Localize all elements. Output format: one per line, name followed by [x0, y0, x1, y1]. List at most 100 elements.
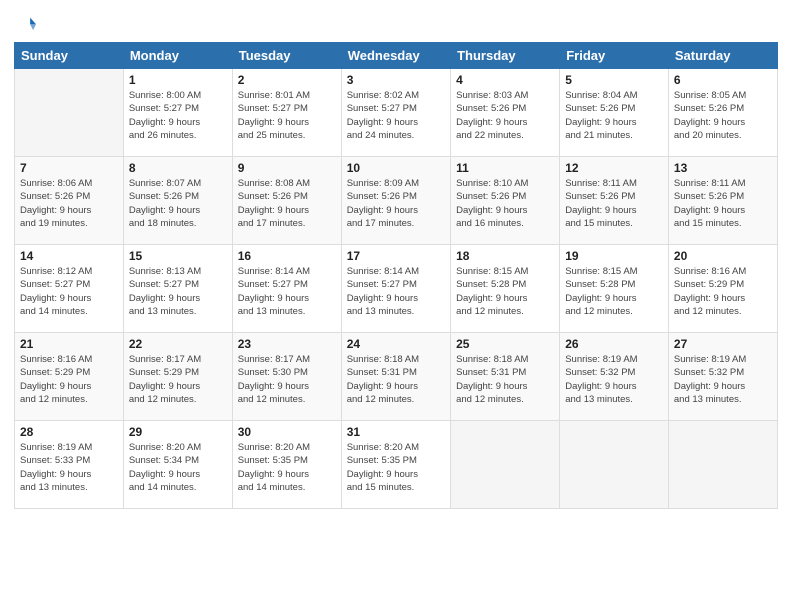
calendar-cell: 27 Sunrise: 8:19 AM Sunset: 5:32 PM Dayli…: [668, 333, 777, 421]
calendar-cell: 20 Sunrise: 8:16 AM Sunset: 5:29 PM Dayli…: [668, 245, 777, 333]
day-number: 24: [347, 337, 445, 351]
calendar-cell: 23Sunrise: 8:17 AM Sunset: 5:30 PM Dayli…: [232, 333, 341, 421]
calendar-header-wednesday: Wednesday: [341, 43, 450, 69]
day-info: Sunrise: 8:04 AM Sunset: 5:26 PM Dayligh…: [565, 89, 663, 142]
calendar-cell: 2 Sunrise: 8:01 AM Sunset: 5:27 PM Daylig…: [232, 69, 341, 157]
day-number: 21: [20, 337, 118, 351]
day-info: Sunrise: 8:00 AM Sunset: 5:27 PM Dayligh…: [129, 89, 227, 142]
day-info: Sunrise: 8:15 AM Sunset: 5:28 PM Dayligh…: [565, 265, 663, 318]
day-number: 19: [565, 249, 663, 263]
day-info: Sunrise: 8:15 AM Sunset: 5:28 PM Dayligh…: [456, 265, 554, 318]
calendar-cell: 26 Sunrise: 8:19 AM Sunset: 5:32 PM Dayli…: [560, 333, 669, 421]
day-number: 26: [565, 337, 663, 351]
calendar-cell: 3Sunrise: 8:02 AM Sunset: 5:27 PM Daylig…: [341, 69, 450, 157]
day-info: Sunrise: 8:08 AM Sunset: 5:26 PM Dayligh…: [238, 177, 336, 230]
calendar-cell: 30Sunrise: 8:20 AM Sunset: 5:35 PM Dayli…: [232, 421, 341, 509]
page-container: SundayMondayTuesdayWednesdayThursdayFrid…: [0, 0, 792, 612]
day-number: 7: [20, 161, 118, 175]
calendar-cell: 10 Sunrise: 8:09 AM Sunset: 5:26 PM Dayli…: [341, 157, 450, 245]
day-number: 31: [347, 425, 445, 439]
calendar-cell: 8 Sunrise: 8:07 AM Sunset: 5:26 PM Daylig…: [123, 157, 232, 245]
day-info: Sunrise: 8:16 AM Sunset: 5:29 PM Dayligh…: [674, 265, 772, 318]
header: [14, 10, 778, 36]
calendar-cell: [560, 421, 669, 509]
day-number: 8: [129, 161, 227, 175]
day-info: Sunrise: 8:18 AM Sunset: 5:31 PM Dayligh…: [347, 353, 445, 406]
calendar-cell: 13 Sunrise: 8:11 AM Sunset: 5:26 PM Dayli…: [668, 157, 777, 245]
day-number: 3: [347, 73, 445, 87]
calendar-cell: 22 Sunrise: 8:17 AM Sunset: 5:29 PM Dayli…: [123, 333, 232, 421]
day-info: Sunrise: 8:18 AM Sunset: 5:31 PM Dayligh…: [456, 353, 554, 406]
day-info: Sunrise: 8:19 AM Sunset: 5:32 PM Dayligh…: [674, 353, 772, 406]
day-number: 9: [238, 161, 336, 175]
day-info: Sunrise: 8:12 AM Sunset: 5:27 PM Dayligh…: [20, 265, 118, 318]
calendar-cell: 14 Sunrise: 8:12 AM Sunset: 5:27 PM Dayli…: [15, 245, 124, 333]
day-info: Sunrise: 8:19 AM Sunset: 5:32 PM Dayligh…: [565, 353, 663, 406]
day-info: Sunrise: 8:01 AM Sunset: 5:27 PM Dayligh…: [238, 89, 336, 142]
day-number: 13: [674, 161, 772, 175]
day-info: Sunrise: 8:11 AM Sunset: 5:26 PM Dayligh…: [674, 177, 772, 230]
calendar-cell: 19 Sunrise: 8:15 AM Sunset: 5:28 PM Dayli…: [560, 245, 669, 333]
day-number: 18: [456, 249, 554, 263]
day-number: 22: [129, 337, 227, 351]
day-info: Sunrise: 8:09 AM Sunset: 5:26 PM Dayligh…: [347, 177, 445, 230]
calendar-cell: 28 Sunrise: 8:19 AM Sunset: 5:33 PM Dayli…: [15, 421, 124, 509]
day-info: Sunrise: 8:03 AM Sunset: 5:26 PM Dayligh…: [456, 89, 554, 142]
day-number: 14: [20, 249, 118, 263]
day-info: Sunrise: 8:20 AM Sunset: 5:34 PM Dayligh…: [129, 441, 227, 494]
day-number: 23: [238, 337, 336, 351]
day-info: Sunrise: 8:17 AM Sunset: 5:29 PM Dayligh…: [129, 353, 227, 406]
day-info: Sunrise: 8:13 AM Sunset: 5:27 PM Dayligh…: [129, 265, 227, 318]
calendar-cell: 12Sunrise: 8:11 AM Sunset: 5:26 PM Dayli…: [560, 157, 669, 245]
day-info: Sunrise: 8:05 AM Sunset: 5:26 PM Dayligh…: [674, 89, 772, 142]
calendar-header-tuesday: Tuesday: [232, 43, 341, 69]
calendar-week-row: 1 Sunrise: 8:00 AM Sunset: 5:27 PM Daylig…: [15, 69, 778, 157]
calendar-week-row: 28 Sunrise: 8:19 AM Sunset: 5:33 PM Dayli…: [15, 421, 778, 509]
calendar-week-row: 7 Sunrise: 8:06 AM Sunset: 5:26 PM Daylig…: [15, 157, 778, 245]
day-number: 6: [674, 73, 772, 87]
calendar-cell: [15, 69, 124, 157]
day-info: Sunrise: 8:06 AM Sunset: 5:26 PM Dayligh…: [20, 177, 118, 230]
day-number: 4: [456, 73, 554, 87]
logo-icon: [14, 14, 36, 36]
day-info: Sunrise: 8:20 AM Sunset: 5:35 PM Dayligh…: [347, 441, 445, 494]
day-number: 1: [129, 73, 227, 87]
calendar-cell: 5Sunrise: 8:04 AM Sunset: 5:26 PM Daylig…: [560, 69, 669, 157]
day-number: 29: [129, 425, 227, 439]
calendar-cell: 11 Sunrise: 8:10 AM Sunset: 5:26 PM Dayli…: [451, 157, 560, 245]
day-number: 2: [238, 73, 336, 87]
calendar-cell: 18 Sunrise: 8:15 AM Sunset: 5:28 PM Dayli…: [451, 245, 560, 333]
calendar-header-monday: Monday: [123, 43, 232, 69]
calendar-cell: 31 Sunrise: 8:20 AM Sunset: 5:35 PM Dayli…: [341, 421, 450, 509]
calendar-cell: 4 Sunrise: 8:03 AM Sunset: 5:26 PM Daylig…: [451, 69, 560, 157]
day-info: Sunrise: 8:11 AM Sunset: 5:26 PM Dayligh…: [565, 177, 663, 230]
day-info: Sunrise: 8:07 AM Sunset: 5:26 PM Dayligh…: [129, 177, 227, 230]
calendar-week-row: 21Sunrise: 8:16 AM Sunset: 5:29 PM Dayli…: [15, 333, 778, 421]
day-info: Sunrise: 8:20 AM Sunset: 5:35 PM Dayligh…: [238, 441, 336, 494]
day-number: 28: [20, 425, 118, 439]
calendar-cell: 6 Sunrise: 8:05 AM Sunset: 5:26 PM Daylig…: [668, 69, 777, 157]
calendar-cell: 1 Sunrise: 8:00 AM Sunset: 5:27 PM Daylig…: [123, 69, 232, 157]
day-info: Sunrise: 8:14 AM Sunset: 5:27 PM Dayligh…: [347, 265, 445, 318]
calendar-cell: [668, 421, 777, 509]
calendar-header-friday: Friday: [560, 43, 669, 69]
calendar-header-sunday: Sunday: [15, 43, 124, 69]
calendar-week-row: 14 Sunrise: 8:12 AM Sunset: 5:27 PM Dayli…: [15, 245, 778, 333]
calendar-cell: 25Sunrise: 8:18 AM Sunset: 5:31 PM Dayli…: [451, 333, 560, 421]
calendar-header-saturday: Saturday: [668, 43, 777, 69]
calendar-cell: 9 Sunrise: 8:08 AM Sunset: 5:26 PM Daylig…: [232, 157, 341, 245]
calendar-cell: 16Sunrise: 8:14 AM Sunset: 5:27 PM Dayli…: [232, 245, 341, 333]
day-number: 11: [456, 161, 554, 175]
logo: [14, 14, 40, 36]
calendar-cell: [451, 421, 560, 509]
day-info: Sunrise: 8:10 AM Sunset: 5:26 PM Dayligh…: [456, 177, 554, 230]
day-info: Sunrise: 8:19 AM Sunset: 5:33 PM Dayligh…: [20, 441, 118, 494]
day-number: 27: [674, 337, 772, 351]
calendar: SundayMondayTuesdayWednesdayThursdayFrid…: [14, 42, 778, 509]
calendar-cell: 7 Sunrise: 8:06 AM Sunset: 5:26 PM Daylig…: [15, 157, 124, 245]
day-number: 20: [674, 249, 772, 263]
day-number: 15: [129, 249, 227, 263]
day-info: Sunrise: 8:14 AM Sunset: 5:27 PM Dayligh…: [238, 265, 336, 318]
day-number: 10: [347, 161, 445, 175]
calendar-cell: 29 Sunrise: 8:20 AM Sunset: 5:34 PM Dayli…: [123, 421, 232, 509]
